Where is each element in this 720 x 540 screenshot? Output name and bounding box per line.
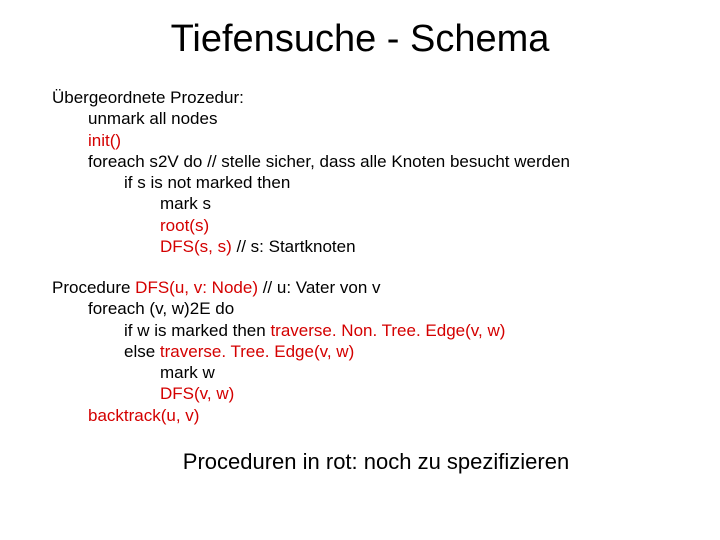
code-line: if w is marked then traverse. Non. Tree.… — [124, 320, 700, 341]
code-line: root(s) — [160, 215, 700, 236]
bottom-note: Proceduren in rot: noch zu spezifizieren — [52, 448, 700, 476]
comment: // s: Startknoten — [232, 237, 356, 256]
code-line: foreach s2V do // stelle sicher, dass al… — [88, 151, 700, 172]
slide-title: Tiefensuche - Schema — [0, 18, 720, 61]
elem-symbol: 2 — [190, 299, 199, 318]
text-fragment: Procedure — [52, 278, 135, 297]
text-fragment: foreach (v, w) — [88, 299, 190, 318]
code-line: mark s — [160, 193, 700, 214]
slide: Tiefensuche - Schema Übergeordnete Proze… — [0, 18, 720, 540]
text-fragment: if w is marked then — [124, 321, 270, 340]
comment: // stelle sicher, dass alle Knoten besuc… — [207, 152, 570, 171]
dfs-signature: DFS(u, v: Node) — [135, 278, 258, 297]
text-fragment: foreach s — [88, 152, 158, 171]
code-line: init() — [88, 130, 700, 151]
code-line: backtrack(u, v) — [88, 405, 700, 426]
code-line: else traverse. Tree. Edge(v, w) — [124, 341, 700, 362]
backtrack-call: backtrack(u, v) — [88, 406, 199, 425]
text-fragment: E do — [199, 299, 234, 318]
code-line: DFS(v, w) — [160, 383, 700, 404]
elem-symbol: 2 — [158, 152, 167, 171]
traverse-nontree-call: traverse. Non. Tree. Edge(v, w) — [270, 321, 505, 340]
traverse-tree-call: traverse. Tree. Edge(v, w) — [160, 342, 354, 361]
code-line: if s is not marked then — [124, 172, 700, 193]
dfs-call-recursive: DFS(v, w) — [160, 384, 234, 403]
dfs-call: DFS(s, s) — [160, 237, 232, 256]
text-fragment: V do — [167, 152, 207, 171]
code-line: DFS(s, s) // s: Startknoten — [160, 236, 700, 257]
section1-heading: Übergeordnete Prozedur: — [52, 87, 700, 108]
init-call: init() — [88, 131, 121, 150]
code-line: unmark all nodes — [88, 108, 700, 129]
root-call: root(s) — [160, 216, 209, 235]
text-fragment: else — [124, 342, 160, 361]
comment: // u: Vater von v — [258, 278, 381, 297]
section2-heading: Procedure DFS(u, v: Node) // u: Vater vo… — [52, 277, 700, 298]
code-line: foreach (v, w)2E do — [88, 298, 700, 319]
code-line: mark w — [160, 362, 700, 383]
slide-body: Übergeordnete Prozedur: unmark all nodes… — [52, 87, 700, 475]
